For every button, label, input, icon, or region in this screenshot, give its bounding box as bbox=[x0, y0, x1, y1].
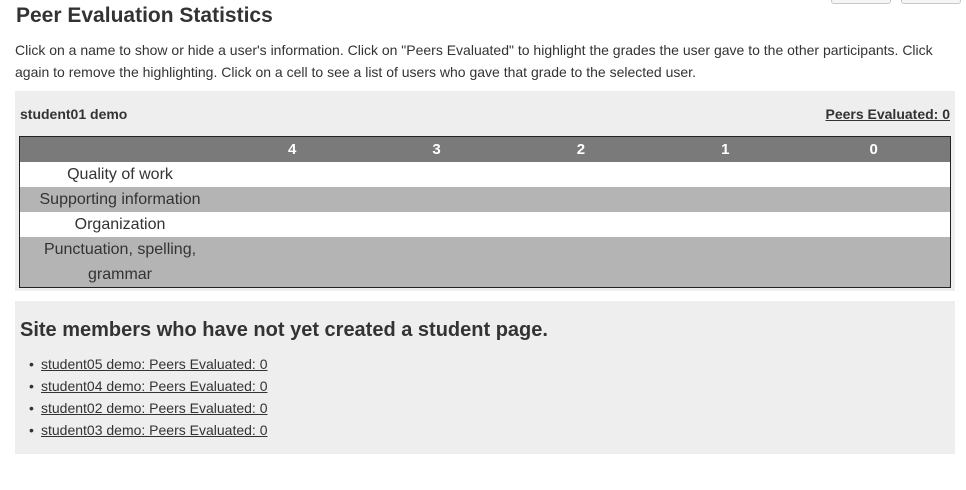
grade-cell[interactable] bbox=[364, 187, 509, 212]
grade-header-3: 3 bbox=[364, 136, 509, 162]
grade-cell[interactable] bbox=[653, 237, 798, 288]
list-item: • student03 demo: Peers Evaluated: 0 bbox=[29, 419, 267, 441]
list-item: • student04 demo: Peers Evaluated: 0 bbox=[29, 375, 267, 397]
member-link-student03[interactable]: student03 demo: Peers Evaluated: 0 bbox=[41, 422, 267, 438]
criteria-header-cell bbox=[19, 136, 220, 162]
members-list: • student05 demo: Peers Evaluated: 0 • s… bbox=[29, 353, 267, 441]
instructions-text: Click on a name to show or hide a user's… bbox=[15, 42, 933, 80]
grade-cell[interactable] bbox=[508, 212, 654, 237]
grade-cell[interactable] bbox=[508, 162, 654, 187]
bullet-icon: • bbox=[29, 378, 34, 394]
criteria-label: Supporting information bbox=[19, 187, 220, 212]
grade-cell[interactable] bbox=[653, 187, 798, 212]
top-button-1[interactable] bbox=[831, 0, 891, 4]
top-button-2[interactable] bbox=[901, 0, 961, 4]
member-link-student05[interactable]: student05 demo: Peers Evaluated: 0 bbox=[41, 356, 267, 372]
grade-cell[interactable] bbox=[797, 237, 951, 288]
grade-table: 4 3 2 1 0 Quality of work Supporting inf… bbox=[19, 136, 951, 288]
grade-header-2: 2 bbox=[508, 136, 654, 162]
user-statistics-panel: student01 demo Peers Evaluated: 0 4 3 2 … bbox=[15, 91, 955, 291]
bullet-icon: • bbox=[29, 400, 34, 416]
grade-cell[interactable] bbox=[364, 162, 509, 187]
grade-cell[interactable] bbox=[364, 237, 509, 288]
bullet-icon: • bbox=[29, 356, 34, 372]
criteria-label: Quality of work bbox=[19, 162, 220, 187]
page-title: Peer Evaluation Statistics bbox=[16, 4, 273, 27]
user-name-toggle[interactable]: student01 demo bbox=[20, 106, 127, 122]
criteria-label: Organization bbox=[19, 212, 220, 237]
grade-cell[interactable] bbox=[220, 212, 365, 237]
grade-header-0: 0 bbox=[797, 136, 951, 162]
bullet-icon: • bbox=[29, 422, 34, 438]
list-item: • student05 demo: Peers Evaluated: 0 bbox=[29, 353, 267, 375]
peers-evaluated-link[interactable]: Peers Evaluated: 0 bbox=[825, 106, 950, 122]
grade-header-1: 1 bbox=[653, 136, 798, 162]
grade-cell[interactable] bbox=[653, 212, 798, 237]
grade-cell[interactable] bbox=[797, 212, 951, 237]
grade-cell[interactable] bbox=[797, 162, 951, 187]
grade-cell[interactable] bbox=[220, 162, 365, 187]
grade-cell[interactable] bbox=[508, 237, 654, 288]
grade-cell[interactable] bbox=[797, 187, 951, 212]
criteria-row-supporting: Supporting information bbox=[19, 187, 951, 212]
criteria-row-organization: Organization bbox=[19, 212, 951, 237]
members-heading: Site members who have not yet created a … bbox=[20, 319, 548, 341]
grade-header-row: 4 3 2 1 0 bbox=[19, 136, 951, 162]
grade-header-4: 4 bbox=[220, 136, 365, 162]
grade-cell[interactable] bbox=[364, 212, 509, 237]
grade-cell[interactable] bbox=[508, 187, 654, 212]
grade-cell[interactable] bbox=[220, 237, 365, 288]
criteria-row-punctuation: Punctuation, spelling, grammar bbox=[19, 237, 951, 288]
grade-cell[interactable] bbox=[220, 187, 365, 212]
criteria-label: Punctuation, spelling, grammar bbox=[19, 237, 220, 288]
criteria-row-quality: Quality of work bbox=[19, 162, 951, 187]
list-item: • student02 demo: Peers Evaluated: 0 bbox=[29, 397, 267, 419]
member-link-student02[interactable]: student02 demo: Peers Evaluated: 0 bbox=[41, 400, 267, 416]
members-without-page-panel: Site members who have not yet created a … bbox=[15, 301, 955, 454]
member-link-student04[interactable]: student04 demo: Peers Evaluated: 0 bbox=[41, 378, 267, 394]
grade-cell[interactable] bbox=[653, 162, 798, 187]
